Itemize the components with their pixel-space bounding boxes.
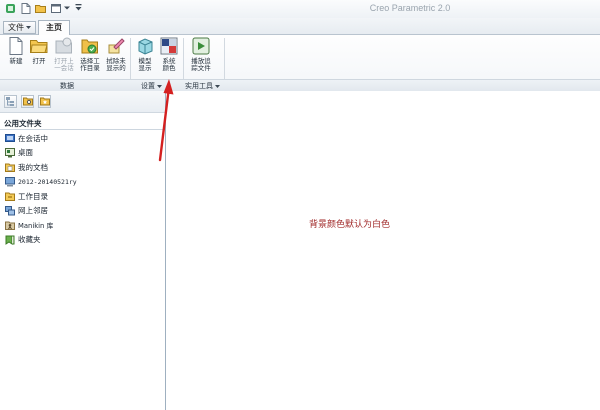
annotation-arrow: [158, 79, 174, 162]
